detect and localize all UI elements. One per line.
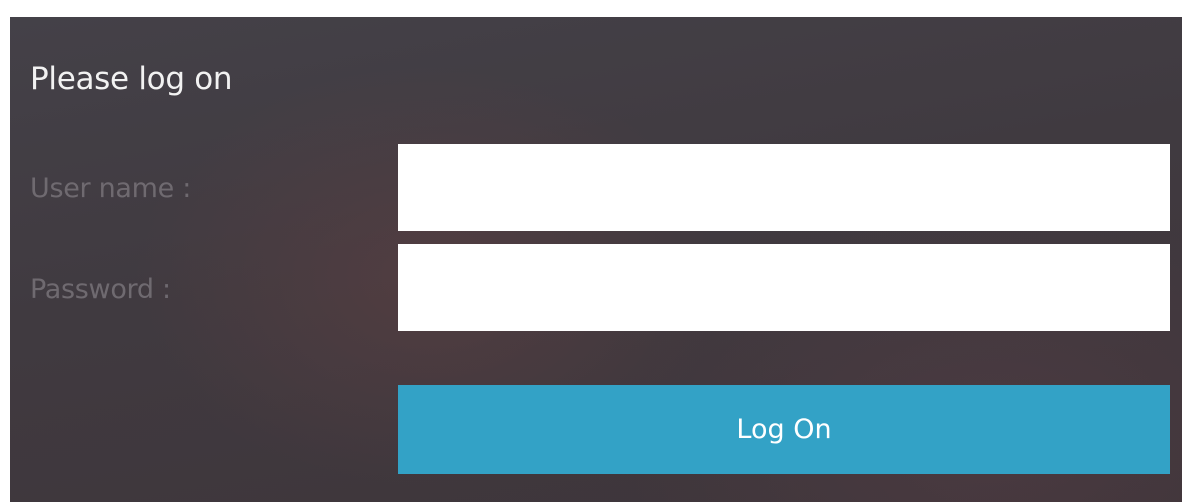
log-on-button[interactable]: Log On <box>398 385 1170 474</box>
username-label: User name : <box>30 173 192 204</box>
password-field[interactable] <box>398 244 1170 331</box>
page-title: Please log on <box>30 61 233 97</box>
logon-panel: Please log on User name : Password : Log… <box>10 17 1182 502</box>
password-label: Password : <box>30 274 171 305</box>
username-field[interactable] <box>398 144 1170 231</box>
page-background: Please log on User name : Password : Log… <box>0 0 1182 502</box>
